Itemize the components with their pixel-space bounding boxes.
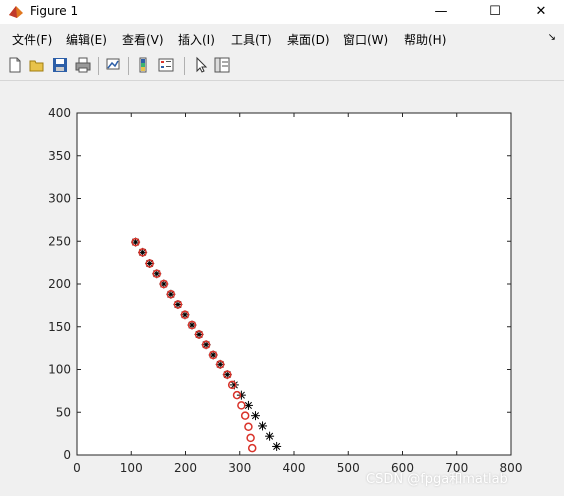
x-tick-label: 300	[228, 461, 251, 475]
maximize-button[interactable]: ☐	[472, 0, 518, 24]
y-tick-label: 150	[48, 320, 71, 334]
y-tick-label: 350	[48, 149, 71, 163]
menu-tools[interactable]: 工具(T)	[231, 31, 272, 48]
menu-bar: 文件(F) 编辑(E) 查看(V) 插入(I) 工具(T) 桌面(D) 窗口(W…	[0, 26, 564, 50]
menu-window[interactable]: 窗口(W)	[343, 31, 388, 48]
save-icon[interactable]	[51, 56, 69, 74]
matlab-icon	[9, 6, 23, 18]
close-button[interactable]: ✕	[518, 0, 564, 24]
star-marker	[272, 441, 282, 451]
insert-legend-icon[interactable]	[157, 56, 175, 74]
plot-axes-box	[76, 112, 512, 456]
star-marker	[258, 421, 268, 431]
x-tick-label: 500	[337, 461, 360, 475]
title-bar: Figure 1 — ☐ ✕	[0, 0, 564, 24]
open-file-icon[interactable]	[28, 56, 46, 74]
x-tick-label: 200	[174, 461, 197, 475]
new-figure-icon[interactable]	[6, 56, 24, 74]
x-tick-label: 0	[73, 461, 81, 475]
y-tick-label: 50	[56, 405, 71, 419]
menu-desktop[interactable]: 桌面(D)	[287, 31, 330, 48]
menu-insert[interactable]: 插入(I)	[178, 31, 215, 48]
menu-help[interactable]: 帮助(H)	[404, 31, 446, 48]
menu-file[interactable]: 文件(F)	[12, 31, 52, 48]
edit-plot-arrow-icon[interactable]	[192, 56, 210, 74]
window-title: Figure 1	[30, 4, 79, 18]
print-icon[interactable]	[74, 56, 92, 74]
star-marker	[250, 411, 260, 421]
x-tick-label: 100	[120, 461, 143, 475]
y-tick-label: 0	[63, 448, 71, 462]
scatter-plot: 0 100 200 300 400 500 600 700 800050100150200250…	[48, 106, 522, 475]
y-tick-label: 200	[48, 277, 71, 291]
x-tick-label: 400	[283, 461, 306, 475]
link-plot-icon[interactable]	[104, 56, 122, 74]
y-tick-label: 300	[48, 192, 71, 206]
toolbar	[0, 52, 564, 81]
dock-arrow-icon[interactable]: ↘	[548, 32, 556, 43]
toolbar-separator	[98, 57, 99, 75]
y-tick-label: 400	[48, 106, 71, 120]
y-tick-label: 100	[48, 363, 71, 377]
minimize-button[interactable]: —	[418, 0, 464, 24]
toolbar-separator	[128, 57, 129, 75]
watermark-text: CSDN @fpga和matlab	[366, 472, 508, 487]
star-marker	[265, 431, 275, 441]
toolbar-separator	[184, 57, 185, 75]
y-tick-label: 250	[48, 234, 71, 248]
property-inspector-icon[interactable]	[213, 56, 231, 74]
menu-edit[interactable]: 编辑(E)	[66, 31, 107, 48]
insert-colorbar-icon[interactable]	[134, 56, 152, 74]
menu-view[interactable]: 查看(V)	[122, 31, 164, 48]
